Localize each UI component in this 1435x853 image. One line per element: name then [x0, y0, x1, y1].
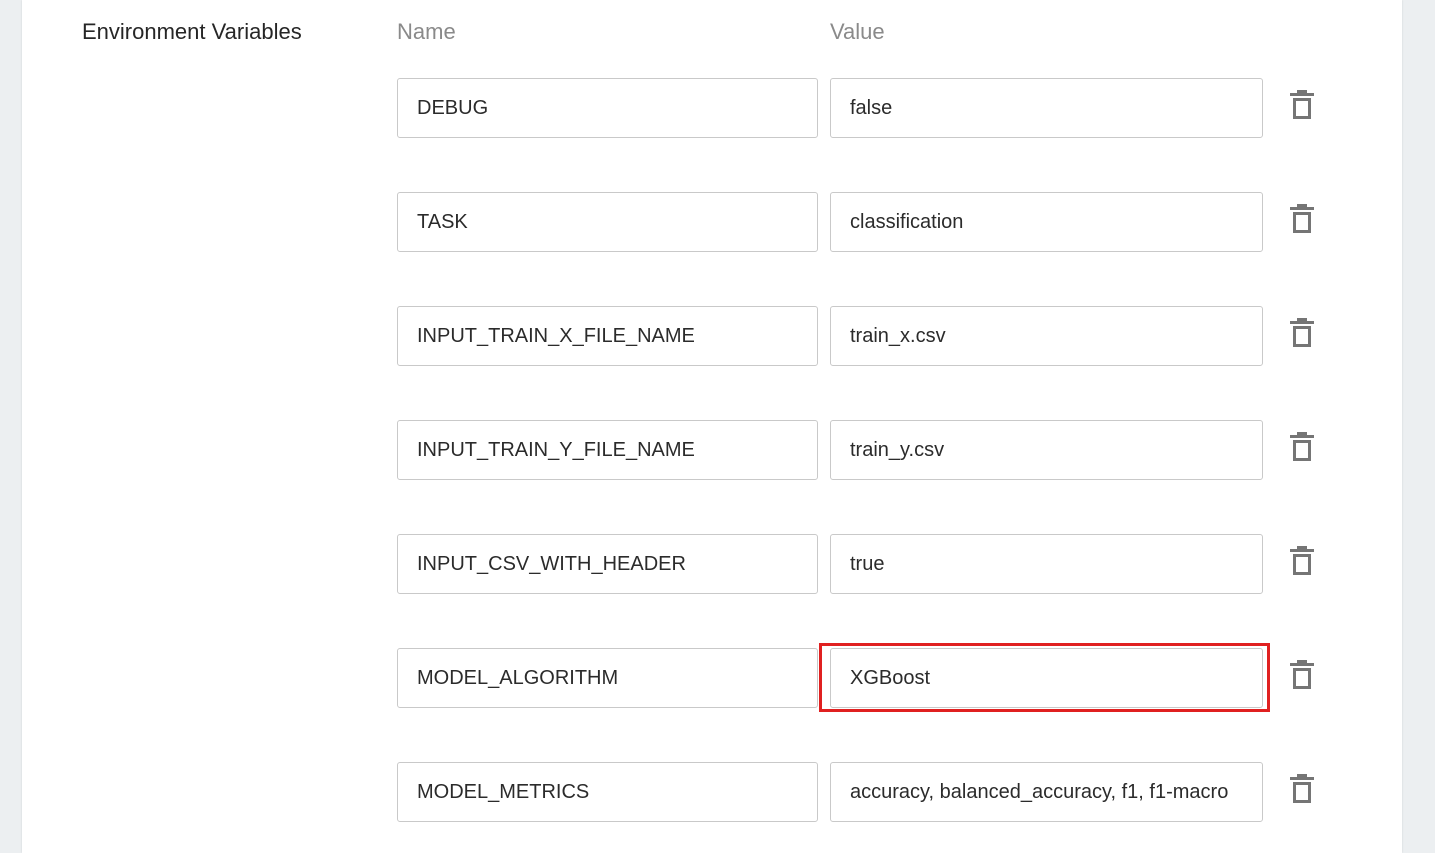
section-label: Environment Variables [82, 19, 302, 44]
env-var-name-input[interactable]: INPUT_CSV_WITH_HEADER [397, 534, 818, 594]
env-var-name-input[interactable]: INPUT_TRAIN_X_FILE_NAME [397, 306, 818, 366]
env-var-row: DEBUG false [397, 78, 1357, 138]
trash-icon[interactable] [1290, 204, 1314, 234]
trash-icon[interactable] [1290, 546, 1314, 576]
env-var-name-input[interactable]: MODEL_ALGORITHM [397, 648, 818, 708]
environment-variables-card: Environment Variables Name Value DEBUG f… [22, 0, 1402, 853]
env-var-value-input[interactable]: train_y.csv [830, 420, 1263, 480]
trash-icon[interactable] [1290, 660, 1314, 690]
env-var-row: INPUT_CSV_WITH_HEADER true [397, 534, 1357, 594]
env-var-value-input[interactable]: XGBoost [830, 648, 1263, 708]
env-var-row: INPUT_TRAIN_Y_FILE_NAME train_y.csv [397, 420, 1357, 480]
env-var-name-input[interactable]: TASK [397, 192, 818, 252]
env-var-value-input[interactable]: false [830, 78, 1263, 138]
env-var-row: TASK classification [397, 192, 1357, 252]
env-var-row: MODEL_METRICS accuracy, balanced_accurac… [397, 762, 1357, 822]
env-var-name-input[interactable]: DEBUG [397, 78, 818, 138]
env-var-row: MODEL_ALGORITHM XGBoost [397, 648, 1357, 708]
env-var-row: INPUT_TRAIN_X_FILE_NAME train_x.csv [397, 306, 1357, 366]
env-var-value-input[interactable]: true [830, 534, 1263, 594]
env-var-value-input[interactable]: classification [830, 192, 1263, 252]
env-var-name-input[interactable]: MODEL_METRICS [397, 762, 818, 822]
env-var-value-input[interactable]: train_x.csv [830, 306, 1263, 366]
value-column-header: Value [830, 19, 885, 44]
trash-icon[interactable] [1290, 432, 1314, 462]
name-column-header: Name [397, 19, 456, 44]
trash-icon[interactable] [1290, 318, 1314, 348]
env-var-name-input[interactable]: INPUT_TRAIN_Y_FILE_NAME [397, 420, 818, 480]
trash-icon[interactable] [1290, 90, 1314, 120]
trash-icon[interactable] [1290, 774, 1314, 804]
env-var-value-input[interactable]: accuracy, balanced_accuracy, f1, f1-macr… [830, 762, 1263, 822]
